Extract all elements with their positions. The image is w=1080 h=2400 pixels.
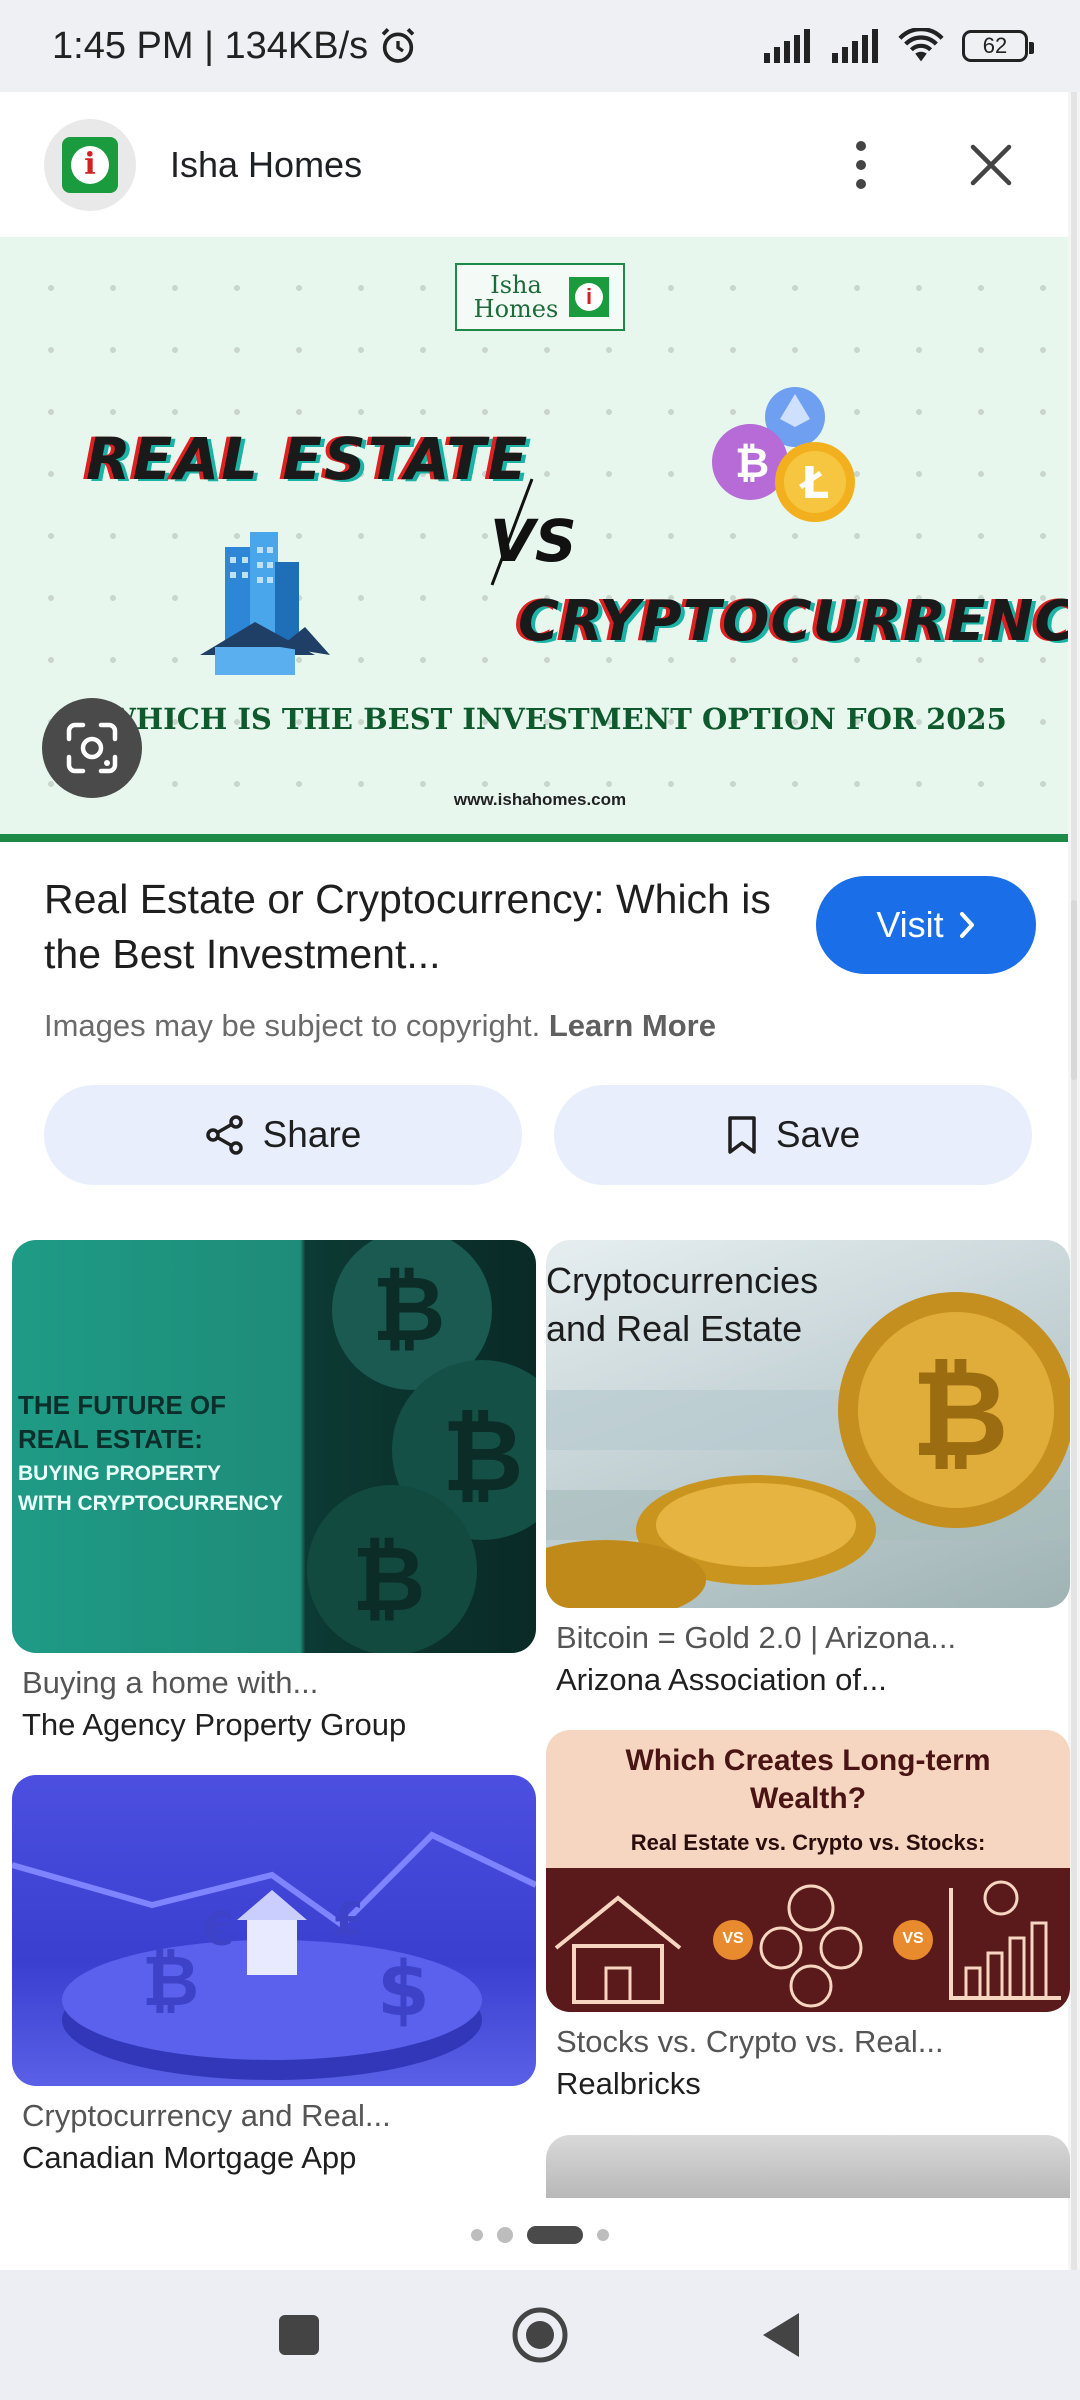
close-icon <box>970 144 1012 185</box>
more-vert-icon <box>856 140 866 189</box>
vs-slash-decoration <box>490 478 534 586</box>
svg-text:₿: ₿ <box>911 1345 1009 1484</box>
back-icon[interactable] <box>759 2311 803 2359</box>
home-icon[interactable] <box>511 2306 569 2364</box>
hero-url: www.ishahomes.com <box>453 790 627 809</box>
wifi-icon <box>898 28 944 62</box>
svg-text:₿: ₿ <box>442 1397 524 1514</box>
related-thumb-4-vs-1: VS <box>722 1930 744 1947</box>
related-thumbnail-4[interactable]: Which Creates Long-term Wealth? Real Est… <box>546 1730 1070 2012</box>
copyright-text: Images may be subject to copyright. <box>44 1008 541 1043</box>
page-dot-1 <box>471 2229 483 2241</box>
hero-logo-icon: i <box>569 277 609 317</box>
share-label: Share <box>262 1114 362 1155</box>
lens-icon <box>66 722 118 774</box>
battery-level: 62 <box>982 33 1008 58</box>
related-thumb-1-text-3: BUYING PROPERTY <box>18 1462 222 1485</box>
hero-logo: Isha Homes i <box>455 263 625 331</box>
related-caption-3: Cryptocurrency and Real... <box>22 2098 391 2133</box>
crypto-real-estate-image: ₿ $ € £ <box>12 1831 536 2080</box>
svg-text:₿: ₿ <box>372 1257 445 1362</box>
result-info: Real Estate or Cryptocurrency: Which is … <box>44 872 804 1044</box>
source-header: i Isha Homes <box>0 92 1080 237</box>
bookmark-icon <box>728 1116 756 1154</box>
save-label: Save <box>775 1114 861 1155</box>
related-thumb-4-text-1: Which Creates Long-term <box>625 1744 991 1777</box>
related-result-3[interactable]: ₿ $ € £ Cryptocurrency and Real... Canad… <box>12 1775 536 2176</box>
chevron-right-icon <box>959 912 974 938</box>
hero-headline-real-estate: REAL ESTATE <box>86 425 530 493</box>
signal-icon <box>764 29 810 63</box>
share-icon <box>205 1115 243 1155</box>
svg-text:₿: ₿ <box>352 1527 425 1632</box>
svg-text:$: $ <box>377 1944 430 2033</box>
status-bar: 1:45 PM | 134KB/s 62 <box>0 0 1080 92</box>
related-result-1[interactable]: ₿ ₿ ₿ THE FUTURE OF REAL ESTATE: BUYING … <box>12 1240 536 1743</box>
page-indicator <box>0 2226 1080 2244</box>
bitcoin-coins-image: ₿ ₿ ₿ <box>307 1240 536 1653</box>
related-thumbnail-2[interactable]: ₿ Cryptocurrencies and Real Estate <box>546 1240 1070 1608</box>
page-dot-4 <box>597 2229 609 2241</box>
hero-logo-text: Isha Homes <box>473 271 559 323</box>
related-thumb-4-text-2: Wealth? <box>749 1782 867 1815</box>
related-thumbnail-3[interactable]: ₿ $ € £ <box>12 1775 536 2086</box>
signal-icon-2 <box>832 29 878 63</box>
svg-text:₿: ₿ <box>735 438 769 487</box>
svg-text:£: £ <box>332 1892 364 1946</box>
site-name[interactable]: Isha Homes <box>170 144 816 186</box>
system-navigation-bar <box>0 2270 1080 2400</box>
save-button[interactable]: Save <box>554 1085 1032 1185</box>
related-source-3: Canadian Mortgage App <box>22 2140 357 2175</box>
status-time: 1:45 PM | 134KB/s <box>52 24 369 67</box>
page-dot-2 <box>497 2227 513 2243</box>
related-result-4[interactable]: Which Creates Long-term Wealth? Real Est… <box>546 1730 1070 2102</box>
related-result-5-partial[interactable] <box>546 2135 1070 2198</box>
page-dot-active <box>527 2226 583 2244</box>
related-caption-2: Bitcoin = Gold 2.0 | Arizona... <box>556 1620 957 1655</box>
main-image[interactable]: Isha Homes i REAL ESTATE VS ₿ Ł CRYPTOCU… <box>0 237 1080 842</box>
svg-text:€: € <box>201 1902 234 1956</box>
crypto-coins-icon: ₿ Ł <box>712 387 855 522</box>
scrollbar-thumb[interactable] <box>1071 900 1077 1080</box>
hero-question: WHICH IS THE BEST INVESTMENT OPTION FOR … <box>103 702 1007 736</box>
close-button[interactable] <box>946 120 1036 210</box>
svg-text:Ł: Ł <box>799 458 829 509</box>
visit-button[interactable]: Visit <box>816 876 1036 974</box>
isha-logo-icon: i <box>62 136 118 193</box>
related-thumb-1-text-4: WITH CRYPTOCURRENCY <box>18 1492 283 1515</box>
related-source-2: Arizona Association of... <box>556 1662 887 1697</box>
copyright-notice: Images may be subject to copyright. Lear… <box>44 1008 804 1044</box>
related-caption-1: Buying a home with... <box>22 1665 319 1700</box>
google-lens-button[interactable] <box>42 698 142 798</box>
related-result-2[interactable]: ₿ Cryptocurrencies and Real Estate Bitco… <box>546 1240 1070 1698</box>
status-time-group: 1:45 PM | 134KB/s <box>52 25 762 68</box>
related-thumb-1-text-1: THE FUTURE OF <box>18 1390 226 1420</box>
related-thumb-4-panel: VS VS <box>546 1868 1070 2012</box>
related-thumb-4-vs-2: VS <box>902 1930 924 1947</box>
learn-more-link[interactable]: Learn More <box>549 1008 716 1043</box>
related-thumbnail-1[interactable]: ₿ ₿ ₿ THE FUTURE OF REAL ESTATE: BUYING … <box>12 1240 536 1653</box>
related-source-4: Realbricks <box>556 2066 701 2101</box>
recent-apps-icon[interactable] <box>277 2313 321 2357</box>
result-title[interactable]: Real Estate or Cryptocurrency: Which is … <box>44 872 804 982</box>
house-crypto-stocks-icons <box>554 1880 1061 2008</box>
share-button[interactable]: Share <box>44 1085 522 1185</box>
site-favicon[interactable]: i <box>44 118 136 211</box>
related-thumb-1-text-2: REAL ESTATE: <box>18 1424 203 1454</box>
related-source-1: The Agency Property Group <box>22 1707 407 1742</box>
related-thumb-2-text-2: and Real Estate <box>546 1308 803 1349</box>
hero-headline-crypto: CRYPTOCURRENCY <box>518 589 1080 654</box>
related-thumb-4-text-3: Real Estate vs. Crypto vs. Stocks: <box>630 1830 986 1855</box>
status-icons: 62 <box>762 28 1034 64</box>
alarm-icon <box>381 28 415 63</box>
battery-icon: 62 <box>962 30 1034 62</box>
related-caption-4: Stocks vs. Crypto vs. Real... <box>556 2024 944 2059</box>
svg-text:₿: ₿ <box>142 1940 199 2022</box>
visit-label: Visit <box>876 904 944 945</box>
building-icon <box>200 532 330 675</box>
more-options-button[interactable] <box>816 120 906 210</box>
related-thumb-2-text-1: Cryptocurrencies <box>546 1260 819 1301</box>
